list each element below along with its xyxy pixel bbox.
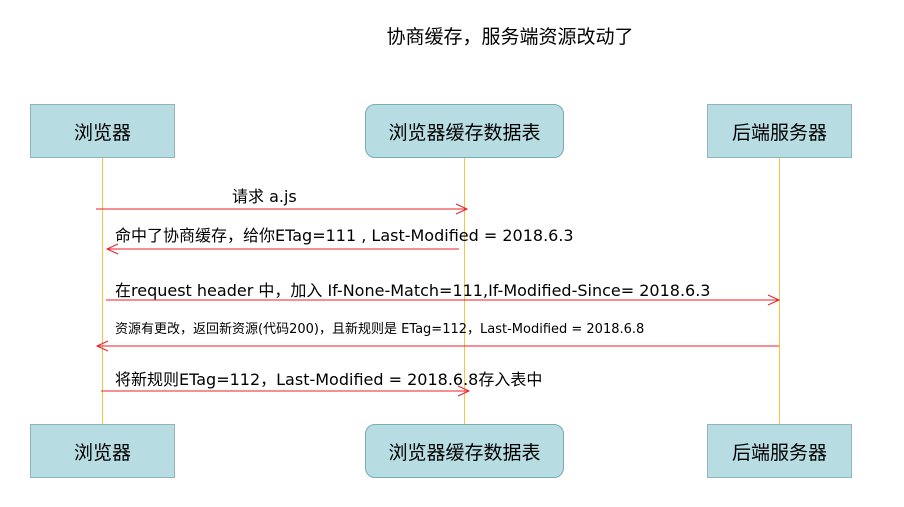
message-cache-hit: 命中了协商缓存，给你ETag=111 , Last-Modified = 201… xyxy=(115,226,574,245)
participant-browser-bottom: 浏览器 xyxy=(30,424,175,478)
arrow-server-response xyxy=(95,340,779,352)
message-request-server: 在request header 中，加入 If-None-Match=111,I… xyxy=(115,281,711,300)
participant-cache-table-bottom: 浏览器缓存数据表 xyxy=(365,424,564,478)
message-server-response: 资源有更改，返回新资源(代码200)，且新规则是 ETag=112，Last-M… xyxy=(115,322,645,337)
message-request-ajs: 请求 a.js xyxy=(232,187,297,206)
participant-server-bottom: 后端服务器 xyxy=(707,424,852,478)
message-store-rules: 将新规则ETag=112，Last-Modified = 2018.6.8存入表… xyxy=(115,370,543,389)
